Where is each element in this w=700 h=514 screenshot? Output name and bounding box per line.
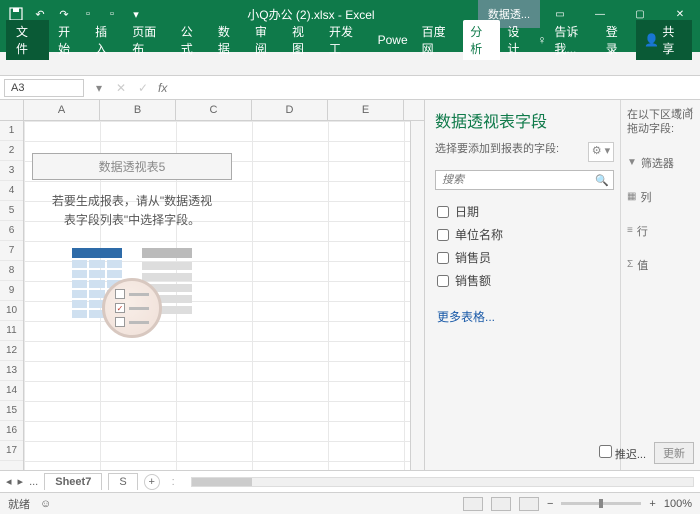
row-header[interactable]: 3 xyxy=(0,161,23,181)
row-header[interactable]: 10 xyxy=(0,301,23,321)
tab-nav-first-icon[interactable]: ◂ xyxy=(6,475,12,488)
tab-home[interactable]: 开始 xyxy=(51,20,88,60)
update-button[interactable]: 更新 xyxy=(654,442,694,464)
col-header[interactable]: C xyxy=(176,100,252,120)
tab-analyze[interactable]: 分析 xyxy=(463,20,500,60)
rows-icon: ≡ xyxy=(627,225,633,236)
values-icon: Σ xyxy=(627,259,633,270)
select-all-corner[interactable] xyxy=(0,100,24,120)
row-header[interactable]: 7 xyxy=(0,241,23,261)
pane-close-icon[interactable]: ✕ xyxy=(686,106,694,117)
row-header[interactable]: 12 xyxy=(0,341,23,361)
placeholder-illustration: ✓ xyxy=(32,248,232,318)
zone-values[interactable]: Σ值 xyxy=(627,257,694,273)
cancel-icon[interactable]: ✕ xyxy=(110,81,132,95)
tab-data[interactable]: 数据 xyxy=(211,20,248,60)
col-header[interactable]: B xyxy=(100,100,176,120)
row-header[interactable]: 9 xyxy=(0,281,23,301)
more-tables-link[interactable]: 更多表格... xyxy=(435,304,614,329)
pane-subtitle: 选择要添加到报表的字段: xyxy=(435,142,559,157)
vertical-scrollbar[interactable] xyxy=(410,121,424,470)
row-header[interactable]: 2 xyxy=(0,141,23,161)
file-tab[interactable]: 文件 xyxy=(6,20,49,60)
row-header[interactable]: 13 xyxy=(0,361,23,381)
gear-icon[interactable]: ⚙ ▾ xyxy=(588,142,614,162)
tab-pagelayout[interactable]: 页面布 xyxy=(125,20,174,60)
row-header[interactable]: 14 xyxy=(0,381,23,401)
pivot-placeholder: 数据透视表5 若要生成报表，请从"数据透视 表字段列表"中选择字段。 xyxy=(32,153,232,318)
zoom-in-icon[interactable]: + xyxy=(649,498,655,510)
new-sheet-icon[interactable]: + xyxy=(144,474,160,490)
field-checkbox[interactable]: 销售额 xyxy=(435,269,614,292)
pane-title: 数据透视表字段 xyxy=(435,108,614,132)
columns-icon: ▦ xyxy=(627,191,636,202)
tab-insert[interactable]: 插入 xyxy=(88,20,125,60)
placeholder-title: 数据透视表5 xyxy=(32,153,232,180)
tab-review[interactable]: 审阅 xyxy=(248,20,285,60)
tab-nav-more[interactable]: ... xyxy=(29,476,38,488)
cell-grid[interactable]: 数据透视表5 若要生成报表，请从"数据透视 表字段列表"中选择字段。 xyxy=(24,121,410,470)
tab-formulas[interactable]: 公式 xyxy=(174,20,211,60)
sheet-tab[interactable]: Sheet7 xyxy=(44,473,102,490)
field-checkbox[interactable]: 单位名称 xyxy=(435,223,614,246)
zoom-level[interactable]: 100% xyxy=(664,498,692,510)
tellme-icon: ♀ xyxy=(537,33,546,47)
row-header[interactable]: 15 xyxy=(0,401,23,421)
name-box[interactable]: A3 xyxy=(4,79,84,97)
col-header[interactable]: D xyxy=(252,100,328,120)
tab-view[interactable]: 视图 xyxy=(285,20,322,60)
row-header[interactable]: 17 xyxy=(0,441,23,461)
login-link[interactable]: 登录 xyxy=(606,23,629,57)
tell-me[interactable]: 告诉我... xyxy=(554,23,597,57)
tab-baidu[interactable]: 百度网 xyxy=(415,20,464,60)
horizontal-scrollbar[interactable] xyxy=(191,477,694,487)
field-checkbox[interactable]: 日期 xyxy=(435,200,614,223)
pivot-field-pane: ▾ ✕ 数据透视表字段 选择要添加到报表的字段: ⚙ ▾ 🔍 日期 单位名称 销… xyxy=(424,100,700,470)
filter-icon: ▼ xyxy=(627,157,637,168)
share-button[interactable]: 👤 共享 xyxy=(636,20,692,60)
defer-checkbox[interactable]: 推迟... xyxy=(599,445,646,462)
tab-developer[interactable]: 开发工 xyxy=(322,20,371,60)
view-pagebreak-icon[interactable] xyxy=(519,497,539,511)
zone-rows[interactable]: ≡行 xyxy=(627,223,694,239)
row-header[interactable]: 5 xyxy=(0,201,23,221)
status-acc-icon: ☺ xyxy=(40,498,51,510)
fx-icon[interactable]: fx xyxy=(158,81,167,95)
row-headers: 1 2 3 4 5 6 7 8 9 10 11 12 13 14 15 16 1… xyxy=(0,121,24,470)
share-icon: 👤 xyxy=(644,33,659,47)
zoom-out-icon[interactable]: − xyxy=(547,498,553,510)
col-header[interactable]: E xyxy=(328,100,404,120)
sheet-tab[interactable]: S xyxy=(108,473,137,490)
row-header[interactable]: 8 xyxy=(0,261,23,281)
row-header[interactable]: 16 xyxy=(0,421,23,441)
row-header[interactable]: 6 xyxy=(0,221,23,241)
tab-power[interactable]: Powe xyxy=(371,30,415,50)
field-checkbox[interactable]: 销售员 xyxy=(435,246,614,269)
pane-options-icon[interactable]: ▾ xyxy=(675,106,680,117)
col-header[interactable]: A xyxy=(24,100,100,120)
tab-nav-prev-icon[interactable]: ▸ xyxy=(18,475,24,488)
row-header[interactable]: 1 xyxy=(0,121,23,141)
zoom-slider[interactable] xyxy=(561,502,641,505)
namebox-dropdown-icon[interactable]: ▾ xyxy=(88,81,110,95)
tab-design[interactable]: 设计 xyxy=(500,20,537,60)
row-header[interactable]: 11 xyxy=(0,321,23,341)
row-header[interactable]: 4 xyxy=(0,181,23,201)
zone-filters[interactable]: ▼筛选器 xyxy=(627,155,694,171)
enter-icon[interactable]: ✓ xyxy=(132,81,154,95)
status-ready: 就绪 xyxy=(8,496,30,512)
view-normal-icon[interactable] xyxy=(463,497,483,511)
field-search[interactable]: 🔍 xyxy=(435,170,614,190)
zone-columns[interactable]: ▦列 xyxy=(627,189,694,205)
search-input[interactable] xyxy=(436,171,591,189)
search-icon[interactable]: 🔍 xyxy=(591,171,613,189)
view-pagelayout-icon[interactable] xyxy=(491,497,511,511)
